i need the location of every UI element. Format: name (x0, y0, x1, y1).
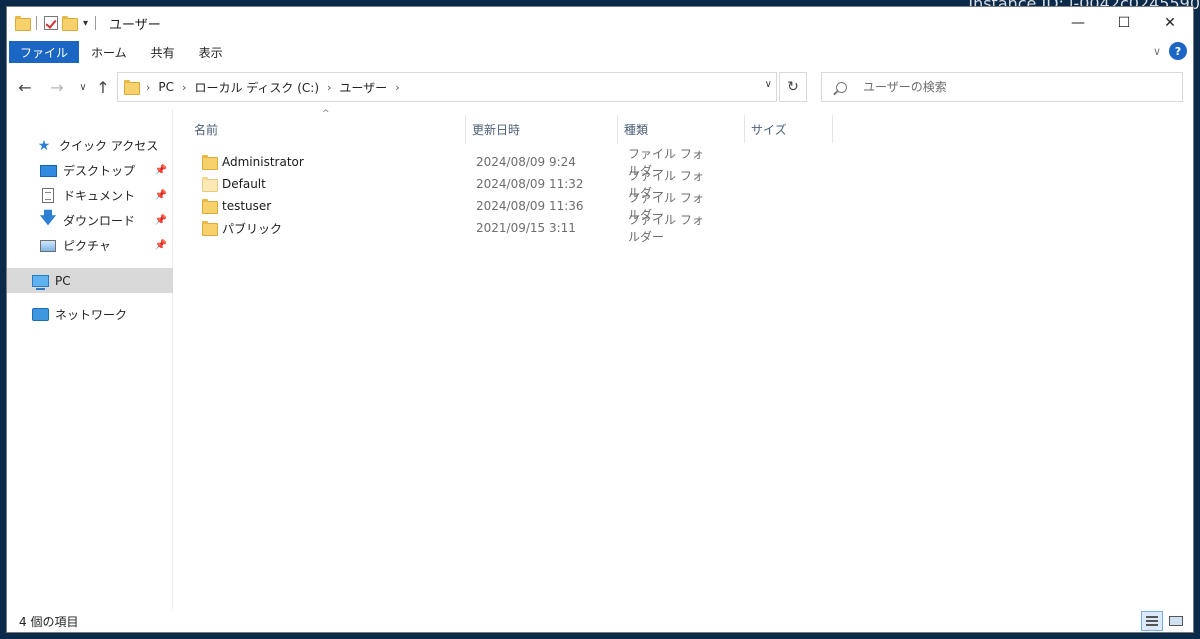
pin-icon[interactable]: 📌 (155, 215, 167, 226)
sidebar-item-pc[interactable]: PC (7, 268, 173, 293)
up-arrow-icon[interactable]: ↑ (93, 76, 113, 98)
tab-home[interactable]: ホーム (79, 41, 139, 63)
sidebar-item-quick-access[interactable]: ★ クイック アクセス (7, 133, 173, 158)
address-history-dropdown-icon[interactable]: ∨ (765, 79, 772, 90)
column-header-type[interactable]: 種類 (618, 115, 745, 143)
pin-icon[interactable]: 📌 (155, 165, 167, 176)
pin-icon[interactable]: 📌 (155, 190, 167, 201)
file-name: Administrator (222, 155, 304, 169)
pin-icon[interactable]: 📌 (155, 240, 167, 251)
breadcrumb-users[interactable]: ユーザー (339, 79, 387, 96)
breadcrumb-separator-icon[interactable]: › (327, 81, 331, 94)
back-arrow-icon[interactable]: ← (15, 76, 35, 98)
sidebar-item-label: クイック アクセス (59, 139, 159, 153)
window-controls: — ☐ ✕ (1055, 7, 1193, 39)
title-bar: ▾ ユーザー — ☐ ✕ (7, 7, 1193, 39)
picture-icon (39, 238, 57, 254)
details-view-button[interactable] (1141, 611, 1163, 631)
sidebar-item-pictures[interactable]: ピクチャ 📌 (7, 233, 173, 258)
sidebar-item-label: ピクチャ (63, 239, 111, 253)
sidebar-item-desktop[interactable]: デスクトップ 📌 (7, 158, 173, 183)
sidebar-item-label: ドキュメント (63, 189, 136, 203)
breadcrumb-local-disk[interactable]: ローカル ディスク (C:) (194, 79, 319, 96)
column-header-size[interactable]: サイズ (745, 115, 833, 143)
maximize-button[interactable]: ☐ (1101, 7, 1147, 39)
file-name: パブリック (222, 221, 283, 236)
navigation-row: ← → ∨ ↑ › PC › ローカル ディスク (C:) › ユーザー › ∨… (7, 70, 1193, 104)
sidebar-item-label: ダウンロード (63, 214, 136, 228)
sidebar-item-label: デスクトップ (63, 164, 136, 178)
sidebar-item-downloads[interactable]: 🡇 ダウンロード 📌 (7, 208, 173, 233)
breadcrumb-pc[interactable]: PC (158, 80, 174, 94)
file-name: testuser (222, 199, 272, 213)
breadcrumb-separator-icon[interactable]: › (146, 81, 150, 94)
download-arrow-icon: 🡇 (39, 208, 57, 227)
toolbar-separator (36, 16, 37, 30)
file-type: ファイル フォルダー (628, 213, 704, 244)
file-list: ^ 名前 更新日時 種類 サイズ Administrator 2024/08/0… (174, 109, 1193, 609)
minimize-button[interactable]: — (1055, 7, 1101, 39)
file-date: 2021/09/15 3:11 (476, 221, 576, 235)
file-name-cell: Administrator (202, 155, 304, 170)
folder-icon[interactable] (15, 16, 31, 31)
ribbon-right-controls: ∨ ? (1153, 42, 1187, 60)
breadcrumb-separator-icon[interactable]: › (395, 81, 399, 94)
folder-icon (202, 199, 218, 214)
search-box[interactable] (821, 72, 1183, 102)
breadcrumb-separator-icon[interactable]: › (182, 81, 186, 94)
file-name-cell: パブリック (202, 220, 282, 237)
sidebar-item-label: ネットワーク (55, 308, 128, 322)
address-bar[interactable]: › PC › ローカル ディスク (C:) › ユーザー › ∨ (117, 72, 777, 102)
address-folder-icon (124, 80, 140, 95)
sidebar-item-network[interactable]: ネットワーク (7, 302, 173, 327)
expand-ribbon-chevron-icon[interactable]: ∨ (1153, 45, 1161, 58)
sidebar-item-label: PC (55, 273, 71, 288)
file-date: 2024/08/09 9:24 (476, 155, 576, 169)
column-header-date[interactable]: 更新日時 (466, 115, 618, 143)
file-date: 2024/08/09 11:32 (476, 177, 584, 191)
recent-locations-chevron-icon[interactable]: ∨ (73, 76, 93, 98)
folder-icon (202, 221, 218, 236)
quick-access-toolbar: ▾ ユーザー (7, 7, 161, 39)
help-icon[interactable]: ? (1169, 42, 1187, 60)
view-switcher (1141, 611, 1187, 631)
table-row[interactable]: パブリック 2021/09/15 3:11 ファイル フォルダー (194, 213, 714, 244)
file-date: 2024/08/09 11:36 (476, 199, 584, 213)
folder-icon (202, 177, 218, 192)
file-name-cell: Default (202, 177, 266, 192)
star-icon: ★ (37, 137, 51, 154)
tab-file[interactable]: ファイル (9, 41, 80, 63)
item-count: 4 個の項目 (19, 615, 79, 629)
refresh-button[interactable]: ↻ (779, 72, 807, 102)
network-icon (31, 307, 49, 323)
large-icons-view-icon (1169, 616, 1183, 626)
tab-view[interactable]: 表示 (187, 41, 235, 63)
file-name-cell: testuser (202, 199, 272, 214)
explorer-window: ▾ ユーザー — ☐ ✕ ファイル ホーム 共有 表示 ∨ ? ← → ∨ ↑ … (6, 6, 1194, 633)
column-header-name[interactable]: 名前 (188, 115, 466, 143)
pc-icon (31, 273, 49, 290)
tab-share[interactable]: 共有 (139, 41, 187, 63)
navigation-pane: ★ クイック アクセス デスクトップ 📌 ドキュメント 📌 🡇 ダウンロード 📌… (7, 109, 173, 609)
folder-icon (202, 155, 218, 170)
document-icon (39, 188, 57, 204)
new-folder-icon[interactable] (62, 16, 78, 31)
search-input[interactable] (863, 80, 1163, 94)
ribbon-tabs: ファイル ホーム 共有 表示 ∨ ? (7, 39, 1193, 65)
search-icon (836, 81, 847, 93)
customize-toolbar-dropdown-icon[interactable]: ▾ (83, 18, 88, 29)
forward-arrow-icon[interactable]: → (47, 76, 67, 98)
properties-check-icon[interactable] (44, 16, 58, 30)
file-name: Default (222, 177, 266, 191)
window-title: ユーザー (109, 17, 161, 33)
sidebar-item-documents[interactable]: ドキュメント 📌 (7, 183, 173, 208)
large-icons-view-button[interactable] (1165, 611, 1187, 631)
details-view-icon (1146, 616, 1158, 626)
close-button[interactable]: ✕ (1147, 7, 1193, 39)
desktop-icon (39, 163, 57, 179)
status-bar: 4 個の項目 (7, 609, 1193, 632)
toolbar-separator (95, 16, 97, 30)
